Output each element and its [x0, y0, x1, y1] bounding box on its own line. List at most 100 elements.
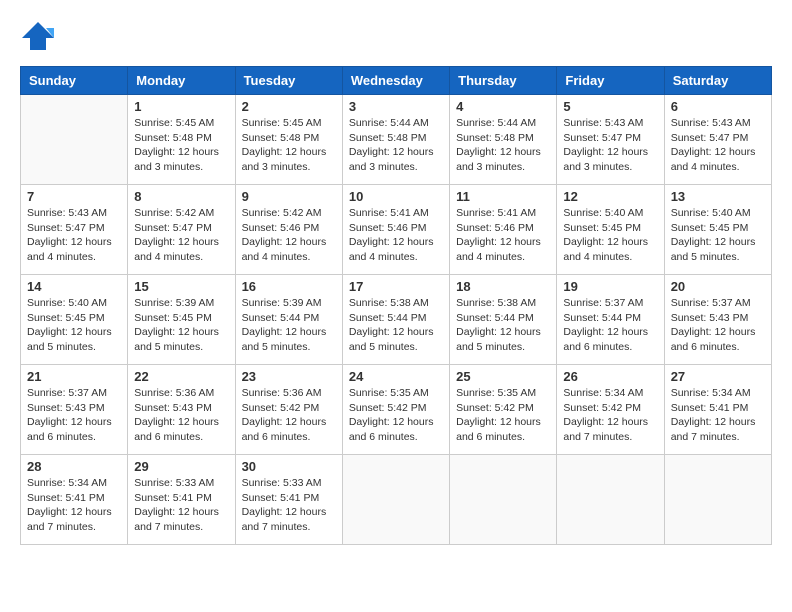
day-number: 28 [27, 459, 121, 474]
calendar-cell [664, 455, 771, 545]
day-info: Sunrise: 5:39 AMSunset: 5:45 PMDaylight:… [134, 296, 228, 355]
day-info: Sunrise: 5:33 AMSunset: 5:41 PMDaylight:… [134, 476, 228, 535]
day-number: 29 [134, 459, 228, 474]
calendar-cell [450, 455, 557, 545]
day-number: 9 [242, 189, 336, 204]
day-number: 6 [671, 99, 765, 114]
calendar-header-row: SundayMondayTuesdayWednesdayThursdayFrid… [21, 67, 772, 95]
calendar-cell: 23 Sunrise: 5:36 AMSunset: 5:42 PMDayligh… [235, 365, 342, 455]
day-number: 18 [456, 279, 550, 294]
calendar-cell: 7 Sunrise: 5:43 AMSunset: 5:47 PMDaylight… [21, 185, 128, 275]
week-row-4: 21 Sunrise: 5:37 AMSunset: 5:43 PMDayligh… [21, 365, 772, 455]
day-info: Sunrise: 5:38 AMSunset: 5:44 PMDaylight:… [349, 296, 443, 355]
logo [20, 20, 60, 56]
weekday-header-tuesday: Tuesday [235, 67, 342, 95]
day-info: Sunrise: 5:39 AMSunset: 5:44 PMDaylight:… [242, 296, 336, 355]
weekday-header-sunday: Sunday [21, 67, 128, 95]
calendar-cell: 22 Sunrise: 5:36 AMSunset: 5:43 PMDayligh… [128, 365, 235, 455]
calendar-cell [21, 95, 128, 185]
day-info: Sunrise: 5:43 AMSunset: 5:47 PMDaylight:… [27, 206, 121, 265]
day-number: 21 [27, 369, 121, 384]
day-info: Sunrise: 5:37 AMSunset: 5:44 PMDaylight:… [563, 296, 657, 355]
day-number: 13 [671, 189, 765, 204]
day-info: Sunrise: 5:40 AMSunset: 5:45 PMDaylight:… [27, 296, 121, 355]
day-number: 1 [134, 99, 228, 114]
page-header [20, 20, 772, 56]
calendar-cell: 10 Sunrise: 5:41 AMSunset: 5:46 PMDayligh… [342, 185, 449, 275]
day-number: 5 [563, 99, 657, 114]
day-info: Sunrise: 5:43 AMSunset: 5:47 PMDaylight:… [563, 116, 657, 175]
calendar-cell: 11Sunrise: 5:41 AMSunset: 5:46 PMDayligh… [450, 185, 557, 275]
day-info: Sunrise: 5:35 AMSunset: 5:42 PMDaylight:… [456, 386, 550, 445]
day-number: 4 [456, 99, 550, 114]
calendar-cell: 27 Sunrise: 5:34 AMSunset: 5:41 PMDayligh… [664, 365, 771, 455]
weekday-header-friday: Friday [557, 67, 664, 95]
calendar-cell: 18 Sunrise: 5:38 AMSunset: 5:44 PMDayligh… [450, 275, 557, 365]
day-number: 20 [671, 279, 765, 294]
day-number: 3 [349, 99, 443, 114]
day-info: Sunrise: 5:37 AMSunset: 5:43 PMDaylight:… [27, 386, 121, 445]
day-info: Sunrise: 5:36 AMSunset: 5:43 PMDaylight:… [134, 386, 228, 445]
day-info: Sunrise: 5:40 AMSunset: 5:45 PMDaylight:… [563, 206, 657, 265]
day-number: 25 [456, 369, 550, 384]
day-info: Sunrise: 5:40 AMSunset: 5:45 PMDaylight:… [671, 206, 765, 265]
day-number: 17 [349, 279, 443, 294]
logo-icon [20, 20, 56, 56]
day-info: Sunrise: 5:45 AMSunset: 5:48 PMDaylight:… [242, 116, 336, 175]
week-row-3: 14Sunrise: 5:40 AMSunset: 5:45 PMDayligh… [21, 275, 772, 365]
calendar-cell: 2 Sunrise: 5:45 AMSunset: 5:48 PMDaylight… [235, 95, 342, 185]
calendar-cell: 9Sunrise: 5:42 AMSunset: 5:46 PMDaylight… [235, 185, 342, 275]
day-number: 30 [242, 459, 336, 474]
weekday-header-saturday: Saturday [664, 67, 771, 95]
day-number: 11 [456, 189, 550, 204]
calendar-cell: 8 Sunrise: 5:42 AMSunset: 5:47 PMDaylight… [128, 185, 235, 275]
day-number: 8 [134, 189, 228, 204]
day-number: 2 [242, 99, 336, 114]
day-number: 19 [563, 279, 657, 294]
day-info: Sunrise: 5:34 AMSunset: 5:41 PMDaylight:… [671, 386, 765, 445]
day-info: Sunrise: 5:41 AMSunset: 5:46 PMDaylight:… [349, 206, 443, 265]
day-number: 26 [563, 369, 657, 384]
weekday-header-monday: Monday [128, 67, 235, 95]
calendar-cell: 3 Sunrise: 5:44 AMSunset: 5:48 PMDaylight… [342, 95, 449, 185]
calendar-cell [342, 455, 449, 545]
day-info: Sunrise: 5:43 AMSunset: 5:47 PMDaylight:… [671, 116, 765, 175]
day-info: Sunrise: 5:44 AMSunset: 5:48 PMDaylight:… [349, 116, 443, 175]
day-number: 15 [134, 279, 228, 294]
day-info: Sunrise: 5:38 AMSunset: 5:44 PMDaylight:… [456, 296, 550, 355]
calendar-cell: 19 Sunrise: 5:37 AMSunset: 5:44 PMDayligh… [557, 275, 664, 365]
day-info: Sunrise: 5:33 AMSunset: 5:41 PMDaylight:… [242, 476, 336, 535]
calendar-cell: 13 Sunrise: 5:40 AMSunset: 5:45 PMDayligh… [664, 185, 771, 275]
day-number: 22 [134, 369, 228, 384]
day-info: Sunrise: 5:42 AMSunset: 5:47 PMDaylight:… [134, 206, 228, 265]
calendar-cell: 26 Sunrise: 5:34 AMSunset: 5:42 PMDayligh… [557, 365, 664, 455]
day-number: 27 [671, 369, 765, 384]
day-info: Sunrise: 5:36 AMSunset: 5:42 PMDaylight:… [242, 386, 336, 445]
calendar-cell: 14Sunrise: 5:40 AMSunset: 5:45 PMDayligh… [21, 275, 128, 365]
weekday-header-thursday: Thursday [450, 67, 557, 95]
day-number: 16 [242, 279, 336, 294]
calendar-cell: 25 Sunrise: 5:35 AMSunset: 5:42 PMDayligh… [450, 365, 557, 455]
day-info: Sunrise: 5:34 AMSunset: 5:41 PMDaylight:… [27, 476, 121, 535]
calendar-table: SundayMondayTuesdayWednesdayThursdayFrid… [20, 66, 772, 545]
calendar-cell: 20Sunrise: 5:37 AMSunset: 5:43 PMDayligh… [664, 275, 771, 365]
calendar-cell: 5 Sunrise: 5:43 AMSunset: 5:47 PMDaylight… [557, 95, 664, 185]
calendar-cell: 30 Sunrise: 5:33 AMSunset: 5:41 PMDayligh… [235, 455, 342, 545]
day-info: Sunrise: 5:44 AMSunset: 5:48 PMDaylight:… [456, 116, 550, 175]
calendar-cell: 4 Sunrise: 5:44 AMSunset: 5:48 PMDaylight… [450, 95, 557, 185]
calendar-cell: 24Sunrise: 5:35 AMSunset: 5:42 PMDayligh… [342, 365, 449, 455]
weekday-header-wednesday: Wednesday [342, 67, 449, 95]
calendar-cell: 28 Sunrise: 5:34 AMSunset: 5:41 PMDayligh… [21, 455, 128, 545]
calendar-cell: 15 Sunrise: 5:39 AMSunset: 5:45 PMDayligh… [128, 275, 235, 365]
day-number: 10 [349, 189, 443, 204]
calendar-cell: 1Sunrise: 5:45 AMSunset: 5:48 PMDaylight… [128, 95, 235, 185]
week-row-1: 1 Sunrise: 5:45 AMSunset: 5:48 PMDaylight… [21, 95, 772, 185]
day-number: 24 [349, 369, 443, 384]
calendar-cell: 17 Sunrise: 5:38 AMSunset: 5:44 PMDayligh… [342, 275, 449, 365]
day-number: 23 [242, 369, 336, 384]
week-row-5: 28 Sunrise: 5:34 AMSunset: 5:41 PMDayligh… [21, 455, 772, 545]
day-number: 7 [27, 189, 121, 204]
day-info: Sunrise: 5:34 AMSunset: 5:42 PMDaylight:… [563, 386, 657, 445]
calendar-cell: 16 Sunrise: 5:39 AMSunset: 5:44 PMDayligh… [235, 275, 342, 365]
calendar-cell: 21 Sunrise: 5:37 AMSunset: 5:43 PMDayligh… [21, 365, 128, 455]
